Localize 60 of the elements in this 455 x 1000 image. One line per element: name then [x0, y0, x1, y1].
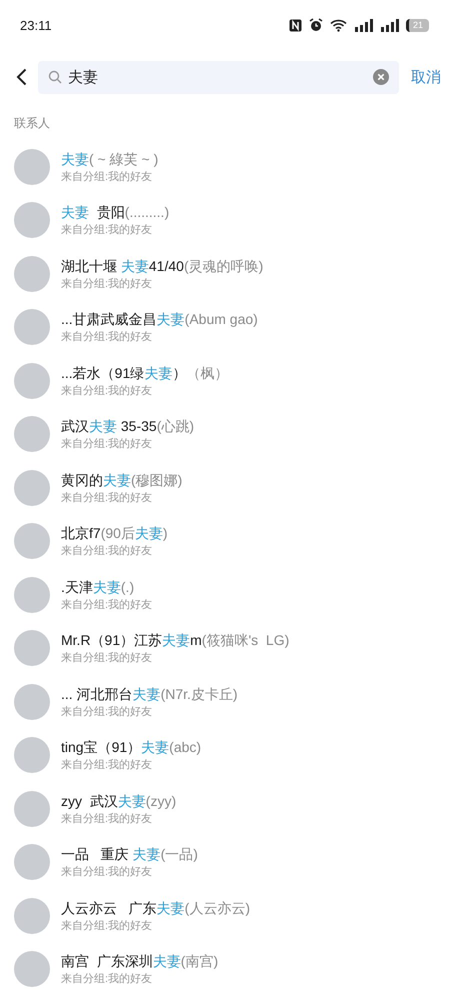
contact-name[interactable]: .天津夫妻(.): [61, 578, 152, 596]
section-title: 联系人: [13, 115, 51, 132]
avatar-placeholder: [14, 362, 50, 399]
nfc-icon: [288, 18, 302, 32]
contact-name[interactable]: 北京f7(90后夫妻): [61, 524, 168, 542]
avatar-placeholder: [14, 951, 50, 988]
contact-group: 来自分组:我的好友: [61, 758, 202, 772]
contact-name[interactable]: ...甘肃武威金昌夫妻(Abum gao): [61, 310, 258, 328]
search-icon: [48, 70, 62, 84]
contact-group: 来自分组:我的好友: [61, 865, 198, 880]
contact-group: 来自分组:我的好友: [61, 972, 218, 986]
contact-name[interactable]: 一品 重庆 夫妻(一品): [61, 845, 198, 864]
avatar-placeholder: [14, 523, 50, 560]
contact-group: 来自分组:我的好友: [61, 704, 238, 719]
contact-name[interactable]: 人云亦云 广东夫妻(人云亦云): [61, 898, 250, 917]
clear-icon[interactable]: [373, 69, 389, 85]
avatar-placeholder: [14, 790, 50, 827]
alarm-clock-icon: [308, 18, 323, 32]
contact-name[interactable]: 夫妻 贵阳(.........): [61, 203, 170, 222]
contact-group: 来自分组:我的好友: [61, 170, 158, 184]
avatar-placeholder: [14, 470, 50, 506]
avatar-placeholder: [14, 256, 50, 292]
avatar-placeholder: [14, 202, 50, 238]
contact-name[interactable]: 黄冈的夫妻(穆图娜): [61, 470, 182, 489]
avatar-placeholder: [14, 684, 50, 720]
contact-name[interactable]: zyy 武汉夫妻(zyy): [61, 792, 176, 810]
avatar-placeholder: [14, 737, 50, 774]
avatar-placeholder: [14, 148, 50, 185]
avatar-placeholder: [14, 630, 50, 666]
contact-group: 来自分组:我的好友: [61, 651, 290, 666]
contact-group: 来自分组:我的好友: [61, 223, 170, 238]
contact-name[interactable]: 武汉夫妻 35-35(心跳): [61, 417, 194, 436]
cancel-button[interactable]: 取消: [399, 68, 445, 86]
contact-name[interactable]: ... 河北邢台夫妻(N7r.皮卡丘): [61, 684, 238, 703]
battery-indicator: 21: [406, 18, 429, 32]
contact-name[interactable]: ...若水（91绿夫妻）（枫）: [61, 364, 228, 382]
back-icon: [16, 68, 27, 86]
wifi-icon: [330, 18, 347, 32]
contact-group: 来自分组:我的好友: [61, 276, 264, 291]
contact-name[interactable]: 湖北十堰 夫妻41/40(灵魂的呼唤): [61, 256, 264, 275]
contact-group: 来自分组:我的好友: [61, 384, 228, 398]
contact-name[interactable]: Mr.R（91）江苏夫妻m(筱猫咪's LG): [61, 631, 290, 650]
contact-group: 来自分组:我的好友: [61, 490, 182, 505]
avatar-placeholder: [14, 416, 50, 452]
avatar-placeholder: [14, 898, 50, 934]
contact-group: 来自分组:我的好友: [61, 437, 194, 452]
contact-name[interactable]: ting宝（91）夫妻(abc): [61, 738, 202, 756]
contact-group: 来自分组:我的好友: [61, 918, 250, 933]
signal-icon: [354, 18, 373, 32]
contact-group: 来自分组:我的好友: [61, 544, 168, 558]
contact-name[interactable]: 南宫 广东深圳夫妻(南宫): [61, 952, 218, 970]
status-time: 23:11: [20, 18, 52, 32]
avatar-placeholder: [14, 576, 50, 613]
avatar-placeholder: [14, 309, 50, 346]
signal-icon: [380, 18, 399, 32]
avatar-placeholder: [14, 844, 50, 880]
contact-group: 来自分组:我的好友: [61, 598, 152, 612]
contact-group: 来自分组:我的好友: [61, 330, 258, 344]
search-field[interactable]: 夫妻: [38, 60, 399, 94]
contact-group: 来自分组:我的好友: [61, 812, 176, 826]
